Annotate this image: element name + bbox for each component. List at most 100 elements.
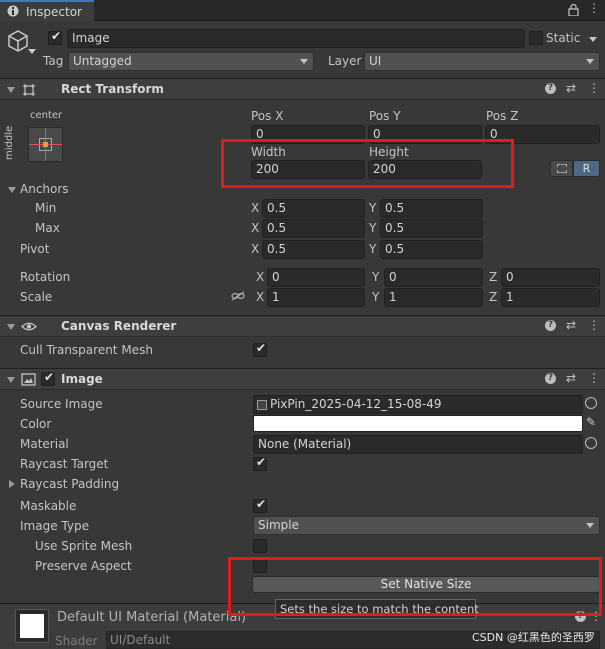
maskable-checkbox[interactable]: ✔ bbox=[253, 497, 267, 513]
tag-label: Tag bbox=[43, 54, 64, 68]
static-dropdown-arrow[interactable] bbox=[589, 37, 597, 42]
raw-edit-button[interactable]: R bbox=[573, 160, 600, 177]
use-sprite-mesh-checkbox[interactable] bbox=[253, 539, 267, 553]
more-icon[interactable]: ⋮ bbox=[588, 81, 600, 95]
active-checkbox[interactable]: ✔ bbox=[48, 29, 62, 45]
rotation-x-input[interactable]: 0 bbox=[267, 268, 365, 287]
axis-z-label: Z bbox=[489, 270, 498, 284]
material-label: Material bbox=[20, 437, 69, 451]
image-type-value: Simple bbox=[258, 518, 299, 532]
cull-transparent-mesh-label: Cull Transparent Mesh bbox=[20, 343, 153, 357]
image-type-label: Image Type bbox=[20, 519, 89, 533]
check-icon: ✔ bbox=[256, 341, 267, 355]
raycast-padding-fold-icon[interactable] bbox=[9, 480, 15, 488]
help-icon[interactable]: ? bbox=[545, 83, 556, 94]
fold-arrow-icon[interactable] bbox=[7, 377, 15, 383]
source-image-label: Source Image bbox=[20, 397, 103, 411]
axis-y-label: Y bbox=[372, 270, 380, 284]
anchor-preset-button[interactable] bbox=[28, 127, 63, 162]
rect-transform-header[interactable]: Rect Transform ? ⇄ ⋮ bbox=[0, 78, 605, 100]
static-checkbox[interactable] bbox=[529, 31, 543, 45]
axis-x-label: X bbox=[251, 221, 260, 235]
icon-dropdown-arrow[interactable] bbox=[28, 49, 36, 54]
highlight-box-size bbox=[221, 139, 514, 188]
image-component-header[interactable]: ✔ Image ? ⇄ ⋮ bbox=[0, 368, 605, 390]
anchor-min-x-input[interactable]: 0.5 bbox=[262, 199, 365, 218]
more-icon[interactable]: ⋮ bbox=[588, 1, 600, 15]
help-icon[interactable]: ? bbox=[545, 373, 556, 384]
canvas-renderer-header[interactable]: Canvas Renderer ? ⇄ ⋮ bbox=[0, 315, 605, 337]
fold-arrow-icon[interactable] bbox=[7, 324, 15, 330]
lock-icon[interactable] bbox=[568, 4, 579, 16]
scale-z-input[interactable]: 1 bbox=[501, 288, 600, 307]
tag-dropdown[interactable]: Untagged bbox=[68, 52, 314, 71]
anchors-fold-icon[interactable] bbox=[8, 187, 16, 193]
raycast-target-checkbox[interactable]: ✔ bbox=[253, 455, 267, 471]
rotation-z-input[interactable]: 0 bbox=[501, 268, 600, 287]
anchors-min-label: Min bbox=[35, 201, 57, 215]
scale-x-input[interactable]: 1 bbox=[267, 288, 365, 307]
scale-label: Scale bbox=[20, 290, 53, 304]
tab-inspector[interactable]: Inspector bbox=[0, 0, 94, 21]
check-icon: ✔ bbox=[44, 370, 55, 384]
object-picker-icon[interactable] bbox=[585, 397, 597, 409]
axis-y-label: Y bbox=[369, 242, 377, 256]
more-icon[interactable]: ⋮ bbox=[588, 371, 600, 385]
anchors-label: Anchors bbox=[20, 182, 69, 196]
color-swatch[interactable] bbox=[253, 415, 583, 432]
image-icon bbox=[21, 373, 36, 386]
object-picker-icon[interactable] bbox=[585, 437, 597, 449]
constrain-proportions-icon[interactable] bbox=[231, 291, 245, 301]
presets-icon[interactable]: ⇄ bbox=[566, 318, 576, 332]
pivot-x-input[interactable]: 0.5 bbox=[262, 240, 365, 259]
canvas-renderer-title: Canvas Renderer bbox=[61, 319, 177, 333]
eyedropper-icon[interactable]: ✎ bbox=[586, 415, 596, 429]
source-image-field[interactable]: PixPin_2025-04-12_15-08-49 bbox=[253, 395, 583, 414]
image-enabled-checkbox[interactable]: ✔ bbox=[41, 370, 55, 386]
raycast-padding-label[interactable]: Raycast Padding bbox=[20, 477, 119, 491]
sprite-icon bbox=[257, 400, 267, 410]
anchor-max-x-input[interactable]: 0.5 bbox=[262, 219, 365, 238]
cube-icon bbox=[8, 30, 28, 52]
rotation-y-input[interactable]: 0 bbox=[384, 268, 483, 287]
scale-y-input[interactable]: 1 bbox=[384, 288, 483, 307]
anchor-min-y-input[interactable]: 0.5 bbox=[380, 199, 483, 218]
layer-dropdown[interactable]: UI bbox=[364, 52, 600, 71]
anchor-pivot-dot bbox=[43, 142, 48, 147]
object-name-input[interactable]: Image bbox=[67, 29, 525, 48]
presets-icon[interactable]: ⇄ bbox=[566, 371, 576, 385]
material-field[interactable]: None (Material) bbox=[253, 435, 583, 454]
axis-x-label: X bbox=[251, 242, 260, 256]
axis-y-label: Y bbox=[372, 290, 380, 304]
raycast-target-label: Raycast Target bbox=[20, 457, 109, 471]
cull-transparent-mesh-checkbox[interactable]: ✔ bbox=[253, 341, 267, 357]
pos-x-label: Pos X bbox=[251, 109, 284, 123]
layer-value: UI bbox=[369, 54, 382, 68]
image-type-dropdown[interactable]: Simple bbox=[253, 516, 600, 535]
material-thumbnail bbox=[15, 609, 49, 643]
axis-y-label: Y bbox=[369, 201, 377, 215]
anchors-max-label: Max bbox=[35, 221, 60, 235]
material-title: Default UI Material (Material) bbox=[57, 610, 247, 625]
anchor-max-y-input[interactable]: 0.5 bbox=[380, 219, 483, 238]
watermark: CSDN @红黑色的圣西罗 bbox=[472, 631, 595, 644]
rect-transform-icon bbox=[23, 84, 35, 96]
fold-arrow-icon[interactable] bbox=[7, 87, 15, 93]
anchor-preset-h-label: center bbox=[30, 110, 63, 121]
presets-icon[interactable]: ⇄ bbox=[566, 81, 576, 95]
axis-z-label: Z bbox=[489, 290, 498, 304]
image-component-title: Image bbox=[61, 372, 103, 386]
pivot-y-input[interactable]: 0.5 bbox=[380, 240, 483, 259]
check-icon: ✔ bbox=[256, 497, 267, 511]
blueprint-mode-button[interactable] bbox=[550, 160, 573, 177]
more-icon[interactable]: ⋮ bbox=[588, 318, 600, 332]
pivot-label: Pivot bbox=[20, 242, 50, 256]
blueprint-icon bbox=[557, 164, 567, 173]
help-icon[interactable]: ? bbox=[545, 320, 556, 331]
maskable-label: Maskable bbox=[20, 499, 77, 513]
check-icon: ✔ bbox=[51, 29, 62, 43]
axis-x-label: X bbox=[256, 270, 265, 284]
axis-x-label: X bbox=[251, 201, 260, 215]
axis-y-label: Y bbox=[369, 221, 377, 235]
use-sprite-mesh-label: Use Sprite Mesh bbox=[35, 539, 133, 553]
